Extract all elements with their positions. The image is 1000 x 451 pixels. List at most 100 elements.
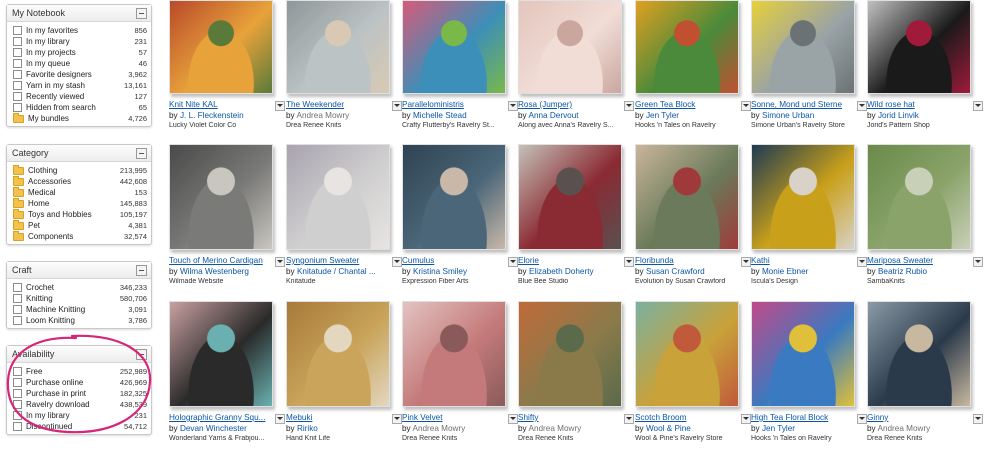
pattern-source-link[interactable]: Hand Knit Life xyxy=(286,435,394,442)
checkbox[interactable] xyxy=(13,283,22,292)
designer-link[interactable]: Andrea Mowry xyxy=(412,424,465,433)
designer-link[interactable]: Jen Tyler xyxy=(646,111,679,120)
pattern-source-link[interactable]: Lucky Violet Color Co xyxy=(169,122,277,129)
pattern-title-link[interactable]: High Tea Floral Block xyxy=(751,413,851,422)
pattern-source-link[interactable]: Blue Bee Studio xyxy=(518,278,626,285)
dropdown-arrow-icon[interactable] xyxy=(275,414,285,424)
pattern-photo[interactable] xyxy=(867,144,971,250)
dropdown-arrow-icon[interactable] xyxy=(857,257,867,267)
pattern-photo[interactable] xyxy=(169,144,273,250)
pattern-photo[interactable] xyxy=(751,0,855,94)
dropdown-arrow-icon[interactable] xyxy=(624,414,634,424)
pattern-source-link[interactable]: Hooks 'n Tales on Ravelry xyxy=(751,435,859,442)
facet-craft[interactable]: Machine Knitting 3,091 xyxy=(13,304,147,315)
facet-notebook[interactable]: In my library 231 xyxy=(13,36,147,47)
dropdown-arrow-icon[interactable] xyxy=(973,414,983,424)
pattern-title-link[interactable]: Paralleloministris xyxy=(402,100,502,109)
collapse-icon[interactable] xyxy=(136,264,147,276)
facet-notebook[interactable]: In my queue 46 xyxy=(13,58,147,69)
checkbox[interactable] xyxy=(13,59,22,68)
pattern-title-link[interactable]: Kathi xyxy=(751,256,851,265)
pattern-photo[interactable] xyxy=(402,301,506,407)
pattern-title-link[interactable]: Scotch Broom xyxy=(635,413,735,422)
checkbox[interactable] xyxy=(13,103,22,112)
designer-link[interactable]: Jen Tyler xyxy=(762,424,795,433)
designer-link[interactable]: Susan Crawford xyxy=(646,267,705,276)
pattern-title-link[interactable]: Wild rose hat xyxy=(867,100,967,109)
dropdown-arrow-icon[interactable] xyxy=(624,101,634,111)
pattern-source-link[interactable]: Jorid's Pattern Shop xyxy=(867,122,975,129)
facet-notebook[interactable]: In my favorites 856 xyxy=(13,25,147,36)
dropdown-arrow-icon[interactable] xyxy=(741,257,751,267)
pattern-photo[interactable] xyxy=(635,144,739,250)
designer-link[interactable]: Andrea Mowry xyxy=(528,424,581,433)
checkbox[interactable] xyxy=(13,294,22,303)
pattern-source-link[interactable]: Drea Renee Knits xyxy=(402,435,510,442)
facet-craft[interactable]: Loom Knitting 3,786 xyxy=(13,315,147,326)
facet-category[interactable]: Accessories 442,608 xyxy=(13,175,147,187)
dropdown-arrow-icon[interactable] xyxy=(275,257,285,267)
designer-link[interactable]: Elizabeth Doherty xyxy=(529,267,594,276)
designer-link[interactable]: Wilma Westenberg xyxy=(180,267,249,276)
facet-category[interactable]: Pet 4,381 xyxy=(13,219,147,231)
pattern-photo[interactable] xyxy=(286,0,390,94)
pattern-photo[interactable] xyxy=(635,301,739,407)
designer-link[interactable]: Wool & Pine xyxy=(646,424,691,433)
facet-notebook[interactable]: Recently viewed 127 xyxy=(13,91,147,102)
pattern-title-link[interactable]: Cumulus xyxy=(402,256,502,265)
designer-link[interactable]: Knitatude / Chantal ... xyxy=(297,267,376,276)
checkbox[interactable] xyxy=(13,48,22,57)
pattern-title-link[interactable]: Floribunda xyxy=(635,256,735,265)
dropdown-arrow-icon[interactable] xyxy=(624,257,634,267)
pattern-photo[interactable] xyxy=(518,301,622,407)
checkbox[interactable] xyxy=(13,92,22,101)
dropdown-arrow-icon[interactable] xyxy=(508,101,518,111)
pattern-photo[interactable] xyxy=(518,144,622,250)
dropdown-arrow-icon[interactable] xyxy=(973,257,983,267)
pattern-title-link[interactable]: Mariposa Sweater xyxy=(867,256,967,265)
dropdown-arrow-icon[interactable] xyxy=(508,257,518,267)
pattern-photo[interactable] xyxy=(286,301,390,407)
designer-link[interactable]: Kristina Smiley xyxy=(413,267,467,276)
facet-availability[interactable]: Ravelry download 438,539 xyxy=(13,399,147,410)
designer-link[interactable]: Simone Urban xyxy=(762,111,814,120)
facet-notebook[interactable]: Favorite designers 3,962 xyxy=(13,69,147,80)
pattern-source-link[interactable]: Drea Renee Knits xyxy=(518,435,626,442)
checkbox[interactable] xyxy=(13,422,22,431)
dropdown-arrow-icon[interactable] xyxy=(973,101,983,111)
designer-link[interactable]: Jorid Linvik xyxy=(878,111,919,120)
pattern-title-link[interactable]: Sonne, Mond und Sterne xyxy=(751,100,851,109)
pattern-source-link[interactable]: Drea Renee Knits xyxy=(867,435,975,442)
designer-link[interactable]: Anna Dervout xyxy=(528,111,578,120)
pattern-title-link[interactable]: Green Tea Block xyxy=(635,100,735,109)
pattern-photo[interactable] xyxy=(635,0,739,94)
checkbox[interactable] xyxy=(13,400,22,409)
facet-craft[interactable]: Crochet 346,233 xyxy=(13,282,147,293)
facet-availability[interactable]: Purchase in print 182,325 xyxy=(13,388,147,399)
pattern-photo[interactable] xyxy=(402,144,506,250)
checkbox[interactable] xyxy=(13,305,22,314)
pattern-source-link[interactable]: Knitatude xyxy=(286,278,394,285)
designer-link[interactable]: Ririko xyxy=(297,424,318,433)
dropdown-arrow-icon[interactable] xyxy=(741,101,751,111)
facet-notebook[interactable]: Yarn in my stash 13,161 xyxy=(13,80,147,91)
dropdown-arrow-icon[interactable] xyxy=(275,101,285,111)
facet-availability[interactable]: Discontinued 54,712 xyxy=(13,421,147,432)
checkbox[interactable] xyxy=(13,389,22,398)
pattern-title-link[interactable]: Syngonium Sweater xyxy=(286,256,386,265)
designer-link[interactable]: Monie Ebner xyxy=(762,267,808,276)
facet-notebook[interactable]: Hidden from search 65 xyxy=(13,102,147,113)
designer-link[interactable]: Andrea Mowry xyxy=(877,424,930,433)
dropdown-arrow-icon[interactable] xyxy=(392,101,402,111)
facet-notebook[interactable]: My bundles 4,726 xyxy=(13,112,147,124)
panel-header[interactable]: Category xyxy=(7,145,151,162)
pattern-title-link[interactable]: Ginny xyxy=(867,413,967,422)
checkbox[interactable] xyxy=(13,81,22,90)
panel-header[interactable]: Craft xyxy=(7,262,151,279)
collapse-icon[interactable] xyxy=(136,147,147,159)
collapse-icon[interactable] xyxy=(136,7,147,19)
dropdown-arrow-icon[interactable] xyxy=(392,257,402,267)
facet-availability[interactable]: Purchase online 426,969 xyxy=(13,377,147,388)
facet-availability[interactable]: In my library 231 xyxy=(13,410,147,421)
pattern-title-link[interactable]: Rosa (Jumper) xyxy=(518,100,618,109)
